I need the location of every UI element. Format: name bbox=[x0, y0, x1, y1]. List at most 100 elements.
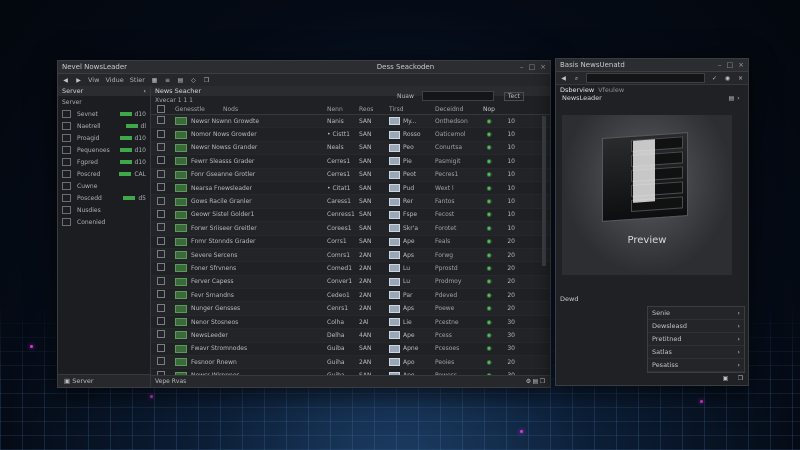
collapse-icon[interactable]: ‹ bbox=[143, 86, 146, 96]
toolbar-item-stier[interactable]: Stier bbox=[130, 76, 145, 84]
sidebar-item[interactable]: Cuwne bbox=[58, 180, 150, 192]
table-row[interactable]: Foner Sfrvnens Comed1 2AN Lu Pprostd ◉ 20 bbox=[151, 262, 550, 276]
eye-icon[interactable]: ◉ bbox=[481, 319, 497, 326]
expand-icon[interactable]: › bbox=[735, 95, 742, 102]
user-icon[interactable]: ◉ bbox=[724, 75, 731, 82]
table-row[interactable]: Nunger Gensses Cenrs1 2AN Aps Poewe ◉ 20 bbox=[151, 302, 550, 316]
search-icon[interactable]: ⌕ bbox=[573, 75, 580, 82]
close-icon[interactable]: × bbox=[737, 75, 744, 82]
table-row[interactable]: Forwr Sriiseer Greitler Corees1 SAN Skr'a Fo… bbox=[151, 222, 550, 236]
select-all-checkbox[interactable] bbox=[157, 104, 165, 113]
tag-icon[interactable]: ◇ bbox=[190, 77, 197, 84]
column-header-size[interactable]: Reos bbox=[359, 106, 389, 113]
row-checkbox[interactable] bbox=[157, 196, 165, 205]
scrollbar[interactable] bbox=[542, 116, 546, 266]
row-checkbox[interactable] bbox=[157, 156, 165, 165]
settings-icon[interactable]: ⚙ bbox=[525, 378, 532, 385]
sidebar-item[interactable]: Nusdies bbox=[58, 204, 150, 216]
check-icon[interactable]: ✓ bbox=[711, 75, 718, 82]
table-row[interactable]: Fewrr Sleasss Grader Cerres1 SAN Pie Pasmigi… bbox=[151, 155, 550, 169]
row-checkbox[interactable] bbox=[157, 209, 165, 218]
window-icon[interactable]: ❐ bbox=[737, 375, 744, 382]
sidebar-item[interactable]: Proagid d10 bbox=[58, 132, 150, 144]
minimize-button[interactable]: – bbox=[718, 61, 722, 69]
sidebar-item[interactable]: Conenied bbox=[58, 216, 150, 228]
table-row[interactable]: Ferver Capess Conver1 2AN Lu Prodmoy ◉ 20 bbox=[151, 275, 550, 290]
column-header-right[interactable]: Nop bbox=[481, 106, 497, 113]
tab-view[interactable]: Vfeulew bbox=[598, 86, 624, 94]
back-icon[interactable]: ◀ bbox=[62, 77, 69, 84]
row-checkbox[interactable] bbox=[157, 116, 165, 125]
eye-icon[interactable]: ◉ bbox=[481, 118, 497, 125]
page-icon[interactable]: ▤ bbox=[177, 77, 184, 84]
row-checkbox[interactable] bbox=[157, 357, 165, 366]
bookmark-icon[interactable]: ▤ bbox=[532, 378, 539, 385]
eye-icon[interactable]: ◉ bbox=[481, 238, 497, 245]
row-checkbox[interactable] bbox=[157, 236, 165, 245]
row-checkbox[interactable] bbox=[157, 303, 165, 312]
eye-icon[interactable]: ◉ bbox=[481, 225, 497, 232]
preview-titlebar[interactable]: Basis NewsUenatd – □ × bbox=[556, 59, 748, 72]
context-menu-item[interactable]: Satlas › bbox=[648, 346, 744, 359]
sidebar-item[interactable]: Pequenoes d10 bbox=[58, 144, 150, 156]
eye-icon[interactable]: ◉ bbox=[481, 171, 497, 178]
table-row[interactable]: Nenor Stosneos Colha 2Al Lie Pcestne ◉ 30 bbox=[151, 316, 550, 330]
table-row[interactable]: Newsr Nswnn Growdte Nanis SAN My... Onthedso… bbox=[151, 115, 550, 129]
eye-icon[interactable]: ◉ bbox=[481, 292, 497, 299]
context-menu-item[interactable]: Pretitned › bbox=[648, 333, 744, 346]
table-row[interactable]: Geowr Sistel Golder1 Cenress1 SAN Fspe Fecos… bbox=[151, 209, 550, 223]
row-checkbox[interactable] bbox=[157, 169, 165, 178]
crop-icon[interactable]: ▣ bbox=[722, 375, 729, 382]
toolbar-item-view[interactable]: Viw bbox=[88, 76, 99, 84]
row-checkbox[interactable] bbox=[157, 250, 165, 259]
row-checkbox[interactable] bbox=[157, 142, 165, 151]
table-row[interactable]: Severe Sercens Comrs1 2AN Aps Forwg ◉ 20 bbox=[151, 248, 550, 263]
table-row[interactable]: Gows Racile Granler Caress1 SAN Rer Fantos ◉ 1… bbox=[151, 195, 550, 209]
column-subtitle[interactable]: Genesstle bbox=[175, 106, 223, 113]
row-checkbox[interactable] bbox=[157, 183, 165, 192]
table-row[interactable]: Fonr Gseanne Grotler Cerres1 SAN Peot Pecres… bbox=[151, 168, 550, 182]
table-row[interactable]: Newsr Nowss Grander Neals SAN Peo Conurtsa ◉ 1… bbox=[151, 141, 550, 156]
main-titlebar[interactable]: Nevel NowsLeader Dess Seackoden – □ × bbox=[58, 61, 550, 74]
eye-icon[interactable]: ◉ bbox=[481, 185, 497, 192]
sidebar-item[interactable]: Poscedd d5 bbox=[58, 192, 150, 204]
context-menu-item[interactable]: Senie › bbox=[648, 307, 744, 320]
table-row[interactable]: Fevr Srnandns Cedeo1 2AN Par Pdeved ◉ 20 bbox=[151, 289, 550, 303]
eye-icon[interactable]: ◉ bbox=[481, 198, 497, 205]
sidebar-item[interactable]: Naetrell dl bbox=[58, 120, 150, 132]
eye-icon[interactable]: ◉ bbox=[481, 158, 497, 165]
row-checkbox[interactable] bbox=[157, 317, 165, 326]
forward-icon[interactable]: ▶ bbox=[75, 77, 82, 84]
row-checkbox[interactable] bbox=[157, 290, 165, 299]
sidebar-footer[interactable]: ▣ Server bbox=[58, 374, 150, 387]
row-checkbox[interactable] bbox=[157, 263, 165, 272]
context-menu-item[interactable]: Dewsleasd › bbox=[648, 320, 744, 333]
context-menu-item[interactable]: Pesatiss › bbox=[648, 359, 744, 372]
close-button[interactable]: × bbox=[738, 61, 744, 69]
eye-icon[interactable]: ◉ bbox=[481, 345, 497, 352]
maximize-button[interactable]: □ bbox=[529, 63, 536, 71]
row-checkbox[interactable] bbox=[157, 223, 165, 232]
row-checkbox[interactable] bbox=[157, 129, 165, 138]
column-header-type[interactable]: Nenn bbox=[327, 106, 359, 113]
pin-icon[interactable]: ▤ bbox=[728, 95, 735, 102]
table-row[interactable]: Fesnoor Rnewn Guiha 2AN Apo Peoies ◉ 20 bbox=[151, 356, 550, 370]
eye-icon[interactable]: ◉ bbox=[481, 359, 497, 366]
eye-icon[interactable]: ◉ bbox=[481, 144, 497, 151]
tect-dropdown[interactable]: Tect bbox=[503, 91, 524, 101]
grid-icon[interactable]: ▦ bbox=[151, 77, 158, 84]
preview-search-input[interactable] bbox=[586, 73, 705, 83]
copy-icon[interactable]: ❐ bbox=[203, 77, 210, 84]
maximize-button[interactable]: □ bbox=[727, 61, 734, 69]
sidebar-item[interactable]: Sevnet d10 bbox=[58, 108, 150, 120]
eye-icon[interactable]: ◉ bbox=[481, 278, 497, 285]
sidebar-item[interactable]: Poscred CAL bbox=[58, 168, 150, 180]
eye-icon[interactable]: ◉ bbox=[481, 305, 497, 312]
eye-icon[interactable]: ◉ bbox=[481, 332, 497, 339]
column-header-preview[interactable]: Tirsd bbox=[389, 106, 435, 113]
eye-icon[interactable]: ◉ bbox=[481, 131, 497, 138]
eye-icon[interactable]: ◉ bbox=[481, 211, 497, 218]
close-button[interactable]: × bbox=[540, 63, 546, 71]
table-row[interactable]: Nearsa Fnewsleader • Citat1 SAN Pud Wext l ◉ 1… bbox=[151, 182, 550, 196]
copy-icon[interactable]: ❐ bbox=[539, 378, 546, 385]
